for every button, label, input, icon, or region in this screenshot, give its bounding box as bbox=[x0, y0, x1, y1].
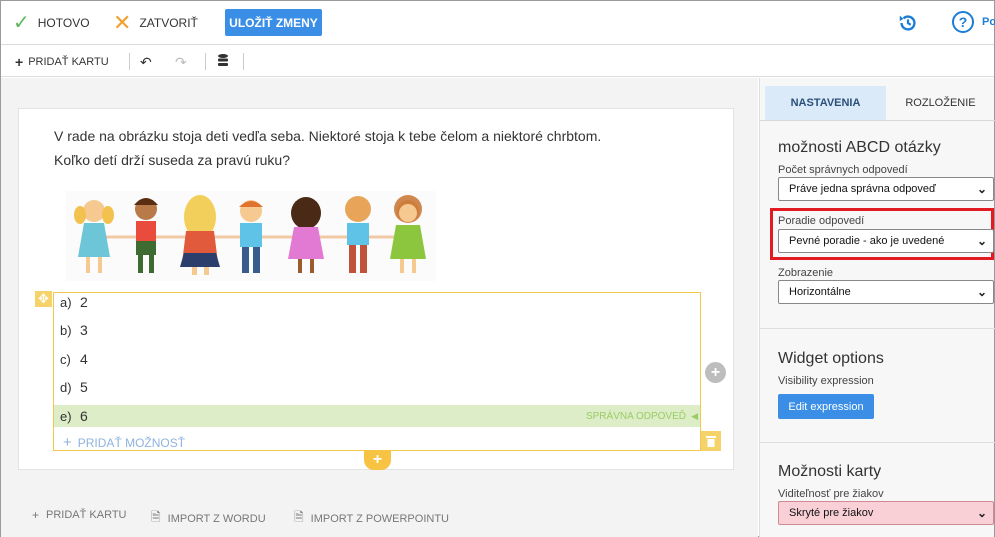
close-icon: ✕ bbox=[113, 10, 132, 35]
editor-canvas: V rade na obrázku stoja deti vedľa seba.… bbox=[1, 78, 758, 537]
answer-option-e[interactable]: e) 6 SPRÁVNA ODPOVEĎ ◀ bbox=[54, 405, 700, 427]
settings-panel: NASTAVENIA ROZLOŽENIE možnosti ABCD otáz… bbox=[759, 78, 995, 537]
answer-text[interactable]: 6 bbox=[80, 408, 88, 424]
answer-letter: a) bbox=[60, 294, 72, 310]
add-below-icon[interactable]: + bbox=[364, 450, 391, 470]
chevron-down-icon: ⌄ bbox=[976, 285, 987, 299]
visibility-expression-label: Visibility expression bbox=[778, 375, 874, 387]
answer-text[interactable]: 5 bbox=[80, 379, 88, 395]
tab-layout[interactable]: ROZLOŽENIE bbox=[886, 86, 995, 120]
add-widget-icon[interactable]: + bbox=[705, 362, 726, 383]
correct-count-label: Počet správnych odpovedí bbox=[778, 164, 908, 176]
add-card-toolbar-label: PRIDAŤ KARTU bbox=[28, 55, 109, 68]
section-divider bbox=[760, 328, 995, 329]
display-value: Horizontálne bbox=[789, 286, 851, 298]
student-visibility-label: Viditeľnosť pre žiakov bbox=[778, 488, 884, 500]
caret-left-icon: ◀ bbox=[691, 410, 698, 421]
top-toolbar: ✓ HOTOVO ✕ ZATVORIŤ ULOŽIŤ ZMENY ? Po bbox=[1, 1, 995, 45]
undo-icon[interactable]: ↶ bbox=[140, 54, 152, 71]
close-label: ZATVORIŤ bbox=[139, 16, 198, 30]
question-card[interactable]: V rade na obrázku stoja deti vedľa seba.… bbox=[18, 108, 734, 470]
word-file-icon: 🗎 bbox=[151, 510, 161, 524]
student-visibility-value: Skryté pre žiakov bbox=[789, 507, 874, 519]
answer-order-select[interactable]: Pevné poradie - ako je uvedené ⌄ bbox=[778, 229, 994, 253]
card-options-title: Možnosti karty bbox=[778, 463, 882, 480]
save-changes-button[interactable]: ULOŽIŤ ZMENY bbox=[225, 9, 322, 36]
chevron-down-icon: ⌄ bbox=[976, 234, 987, 248]
panel-tabs: NASTAVENIA ROZLOŽENIE bbox=[765, 86, 995, 120]
question-line-2: Koľko detí drží suseda za pravú ruku? bbox=[54, 152, 290, 168]
import-powerpoint-label: IMPORT Z POWERPOINTU bbox=[310, 512, 449, 525]
abcd-options-title: možnosti ABCD otázky bbox=[778, 139, 941, 156]
chevron-down-icon: ⌄ bbox=[976, 506, 987, 520]
correct-count-select[interactable]: Práve jedna správna odpoveď ⌄ bbox=[778, 177, 994, 201]
toolbar-divider bbox=[129, 53, 130, 70]
bottom-actions: + PRIDAŤ KARTU 🗎 IMPORT Z WORDU 🗎 IMPORT… bbox=[1, 508, 758, 528]
answer-order-label: Poradie odpovedí bbox=[778, 215, 865, 227]
redo-icon[interactable]: ↷ bbox=[175, 54, 187, 71]
powerpoint-file-icon: 🗎 bbox=[294, 510, 304, 524]
tab-divider bbox=[760, 120, 995, 121]
answer-option-b[interactable]: b) 3 bbox=[54, 319, 700, 341]
add-option-button[interactable]: + PRIDAŤ MOŽNOSŤ bbox=[63, 434, 185, 451]
plus-icon: + bbox=[63, 434, 72, 451]
question-text[interactable]: V rade na obrázku stoja deti vedľa seba.… bbox=[54, 124, 601, 172]
student-visibility-select[interactable]: Skryté pre žiakov ⌄ bbox=[778, 501, 994, 525]
correct-count-value: Práve jedna správna odpoveď bbox=[789, 183, 936, 195]
import-word-button[interactable]: 🗎 IMPORT Z WORDU bbox=[151, 508, 266, 529]
add-card-bottom-button[interactable]: + PRIDAŤ KARTU bbox=[32, 508, 127, 522]
add-card-toolbar-button[interactable]: + PRIDAŤ KARTU bbox=[15, 46, 109, 77]
answer-letter: b) bbox=[60, 322, 72, 338]
display-label: Zobrazenie bbox=[778, 267, 834, 279]
done-label: HOTOVO bbox=[37, 16, 90, 30]
help-label[interactable]: Po bbox=[982, 16, 995, 28]
edit-expression-button[interactable]: Edit expression bbox=[778, 394, 874, 419]
import-powerpoint-button[interactable]: 🗎 IMPORT Z POWERPOINTU bbox=[294, 508, 449, 529]
database-icon[interactable] bbox=[217, 53, 229, 69]
answer-option-c[interactable]: c) 4 bbox=[54, 348, 700, 370]
answer-option-a[interactable]: a) 2 bbox=[54, 291, 700, 313]
tab-settings[interactable]: NASTAVENIA bbox=[765, 86, 886, 120]
check-icon: ✓ bbox=[13, 12, 30, 34]
move-handle-icon[interactable]: ✥ bbox=[35, 291, 52, 307]
chevron-down-icon: ⌄ bbox=[976, 182, 987, 196]
plus-icon: + bbox=[15, 53, 24, 70]
history-icon[interactable] bbox=[897, 12, 919, 34]
done-button[interactable]: ✓ HOTOVO bbox=[13, 1, 90, 45]
edit-toolbar: + PRIDAŤ KARTU ↶ ↷ bbox=[1, 46, 994, 77]
add-card-bottom-label: PRIDAŤ KARTU bbox=[46, 509, 127, 521]
plus-icon: + bbox=[32, 508, 40, 522]
add-option-label: PRIDAŤ MOŽNOSŤ bbox=[77, 435, 186, 450]
child-figure-3 bbox=[180, 195, 220, 275]
question-line-1: V rade na obrázku stoja deti vedľa seba.… bbox=[54, 128, 602, 144]
trash-icon[interactable] bbox=[701, 431, 721, 451]
section-divider bbox=[760, 442, 995, 443]
answer-text[interactable]: 4 bbox=[80, 351, 88, 367]
answer-text[interactable]: 2 bbox=[80, 294, 88, 310]
answer-option-d[interactable]: d) 5 bbox=[54, 376, 700, 398]
answer-letter: e) bbox=[60, 408, 72, 424]
answer-text[interactable]: 3 bbox=[80, 322, 88, 338]
children-illustration[interactable] bbox=[66, 191, 436, 281]
answer-letter: d) bbox=[60, 379, 72, 395]
toolbar-divider bbox=[205, 53, 206, 70]
answer-order-value: Pevné poradie - ako je uvedené bbox=[789, 235, 945, 247]
import-word-label: IMPORT Z WORDU bbox=[167, 512, 266, 525]
answer-letter: c) bbox=[60, 351, 71, 367]
close-button[interactable]: ✕ ZATVORIŤ bbox=[113, 1, 198, 45]
answer-options: ✥ a) 2 b) 3 c) 4 d) 5 e) 6 SPRÁVNA ODPOV… bbox=[35, 291, 721, 451]
correct-answer-label[interactable]: SPRÁVNA ODPOVEĎ bbox=[586, 411, 686, 422]
widget-options-title: Widget options bbox=[778, 350, 884, 367]
help-icon[interactable]: ? bbox=[952, 11, 974, 33]
toolbar-divider bbox=[243, 53, 244, 70]
display-select[interactable]: Horizontálne ⌄ bbox=[778, 280, 994, 304]
